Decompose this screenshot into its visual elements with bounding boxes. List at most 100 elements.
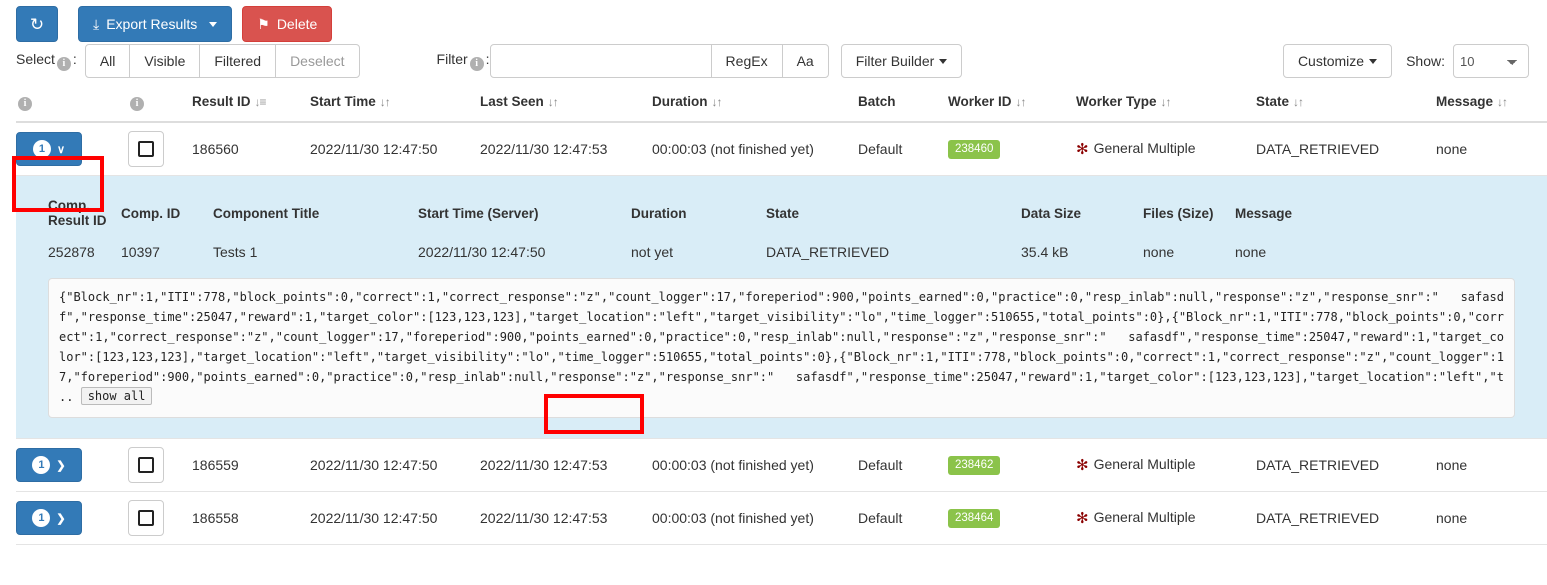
filter-builder-button[interactable]: Filter Builder <box>840 44 963 78</box>
col-last-seen-header[interactable]: Last Seen ↓↑ <box>480 84 652 123</box>
filter-input[interactable] <box>489 44 712 78</box>
col-message-header[interactable]: Message ↓↑ <box>1436 84 1547 123</box>
cell-last-seen: 2022/11/30 12:47:53 <box>480 438 652 492</box>
col-comp-result-id-header: Comp. Result ID <box>48 198 107 228</box>
checkbox-icon <box>138 457 154 473</box>
expand-toggle-button[interactable]: 1 ∨ <box>16 132 82 166</box>
asterisk-icon: ✻ <box>1076 510 1089 527</box>
case-sensitive-toggle-button[interactable]: Aa <box>781 44 829 78</box>
sort-icon[interactable]: ↓↑ <box>380 95 391 109</box>
row-checkbox[interactable] <box>128 500 164 536</box>
cell-last-seen: 2022/11/30 12:47:53 <box>480 122 652 176</box>
worker-id-badge[interactable]: 238460 <box>948 139 1001 160</box>
select-visible-button[interactable]: Visible <box>129 44 201 78</box>
cell-expand: 1 ❯ <box>16 491 128 545</box>
col-start-time-header[interactable]: Start Time ↓↑ <box>310 84 480 123</box>
cell-state: DATA_RETRIEVED <box>1256 438 1436 492</box>
col-label: Result ID <box>192 94 251 109</box>
sort-icon[interactable]: ↓↑ <box>1497 95 1508 109</box>
row-checkbox[interactable] <box>128 131 164 167</box>
worker-type-label: General Multiple <box>1093 509 1196 525</box>
sort-icon[interactable]: ↓↑ <box>548 95 559 109</box>
view-tools: Customize Show: 10 25 50 100 <box>1282 44 1529 78</box>
col-worker-type-header[interactable]: Worker Type ↓↑ <box>1076 84 1256 123</box>
cell-worker-id: 238460 <box>948 122 1076 176</box>
sort-icon[interactable]: ↓↑ <box>1016 95 1027 109</box>
cell-worker-id: 238462 <box>948 438 1076 492</box>
row-checkbox[interactable] <box>128 447 164 483</box>
worker-id-badge[interactable]: 238462 <box>948 455 1001 476</box>
worker-type-label: General Multiple <box>1093 456 1196 472</box>
cell-duration: 00:00:03 (not finished yet) <box>652 438 858 492</box>
export-results-button[interactable]: ⤓ Export Results <box>78 6 233 42</box>
component-count-badge: 1 <box>32 509 51 527</box>
info-icon[interactable]: i <box>18 97 32 111</box>
cell-message: none <box>1436 122 1547 176</box>
chevron-down-icon <box>209 21 218 27</box>
component-row[interactable]: 252878 10397 Tests 1 2022/11/30 12:47:50… <box>16 234 1547 274</box>
regex-toggle-button[interactable]: RegEx <box>710 44 783 78</box>
cell-comp-result-id: 252878 <box>48 244 95 260</box>
col-batch-header[interactable]: Batch <box>858 84 948 123</box>
col-result-id-header[interactable]: Result ID ↓≡ <box>192 84 310 123</box>
asterisk-icon: ✻ <box>1076 141 1089 158</box>
chevron-down-icon <box>939 58 948 64</box>
table-row[interactable]: 1 ∨ 186560 2022/11/30 12:47:50 2022/11/3… <box>16 122 1547 176</box>
expand-toggle-button[interactable]: 1 ❯ <box>16 448 82 482</box>
cell-batch: Default <box>858 122 948 176</box>
col-comp-duration-header: Duration <box>631 205 687 221</box>
customize-button[interactable]: Customize <box>1282 44 1393 78</box>
show-count-select[interactable]: 10 25 50 100 <box>1453 44 1529 78</box>
delete-button[interactable]: ⚑ Delete <box>242 6 333 42</box>
cell-expand: 1 ∨ <box>16 122 128 176</box>
cell-worker-type: ✻ General Multiple <box>1076 122 1256 176</box>
detail-cell: Comp. Result ID Comp. ID Component Title… <box>16 175 1547 439</box>
select-button-group: All Visible Filtered Deselect <box>84 44 360 78</box>
cell-data-size: 35.4 kB <box>1021 244 1069 260</box>
sort-icon[interactable]: ↓↑ <box>712 95 723 109</box>
select-all-button[interactable]: All <box>84 44 131 78</box>
cell-start-time: 2022/11/30 12:47:50 <box>310 491 480 545</box>
cell-worker-type: ✻ General Multiple <box>1076 491 1256 545</box>
sort-desc-icon[interactable]: ↓≡ <box>255 95 267 109</box>
component-table-body: 252878 10397 Tests 1 2022/11/30 12:47:50… <box>16 234 1547 274</box>
asterisk-icon: ✻ <box>1076 457 1089 474</box>
info-icon[interactable]: i <box>469 57 484 71</box>
expand-toggle-button[interactable]: 1 ❯ <box>16 501 82 535</box>
sort-icon[interactable]: ↓↑ <box>1161 95 1172 109</box>
col-label: Worker ID <box>948 94 1012 109</box>
col-label: Last Seen <box>480 94 544 109</box>
info-icon[interactable]: i <box>130 97 144 111</box>
info-icon[interactable]: i <box>56 57 71 71</box>
cell-message: none <box>1436 491 1547 545</box>
results-table-header: i i Result ID ↓≡ Start Time ↓↑ Last Seen ↓↑… <box>16 84 1547 123</box>
cell-comp-state: DATA_RETRIEVED <box>766 244 890 260</box>
table-row[interactable]: 1 ❯ 186558 2022/11/30 12:47:50 2022/11/3… <box>16 491 1547 545</box>
select-filtered-button[interactable]: Filtered <box>199 44 277 78</box>
show-all-button[interactable]: show all <box>80 387 153 405</box>
cell-comp-id: 10397 <box>121 244 160 260</box>
filter-builder-label: Filter Builder <box>855 53 935 69</box>
cell-worker-id: 238464 <box>948 491 1076 545</box>
cell-result-id: 186559 <box>192 438 310 492</box>
delete-label: Delete <box>276 16 318 32</box>
component-detail-panel: Comp. Result ID Comp. ID Component Title… <box>16 176 1547 438</box>
worker-id-badge[interactable]: 238464 <box>948 508 1001 529</box>
col-state-header[interactable]: State ↓↑ <box>1256 84 1436 123</box>
results-page: ↻ ⤓ Export Results ⚑ Delete Select i: All… <box>0 0 1547 585</box>
deselect-button[interactable]: Deselect <box>275 44 360 78</box>
cell-component-title: Tests 1 <box>213 244 258 260</box>
detail-row: Comp. Result ID Comp. ID Component Title… <box>16 175 1547 439</box>
cell-start-time: 2022/11/30 12:47:50 <box>310 438 480 492</box>
filter-toolbar: Select i: All Visible Filtered Deselect F… <box>0 38 1547 84</box>
col-worker-id-header[interactable]: Worker ID ↓↑ <box>948 84 1076 123</box>
cell-state: DATA_RETRIEVED <box>1256 122 1436 176</box>
refresh-button[interactable]: ↻ <box>16 6 58 42</box>
col-duration-header[interactable]: Duration ↓↑ <box>652 84 858 123</box>
delete-flag-icon: ⚑ <box>257 16 270 32</box>
component-header-row: Comp. Result ID Comp. ID Component Title… <box>16 190 1547 234</box>
cell-worker-type: ✻ General Multiple <box>1076 438 1256 492</box>
results-table-body: 1 ∨ 186560 2022/11/30 12:47:50 2022/11/3… <box>16 122 1547 545</box>
table-row[interactable]: 1 ❯ 186559 2022/11/30 12:47:50 2022/11/3… <box>16 438 1547 492</box>
sort-icon[interactable]: ↓↑ <box>1293 95 1304 109</box>
